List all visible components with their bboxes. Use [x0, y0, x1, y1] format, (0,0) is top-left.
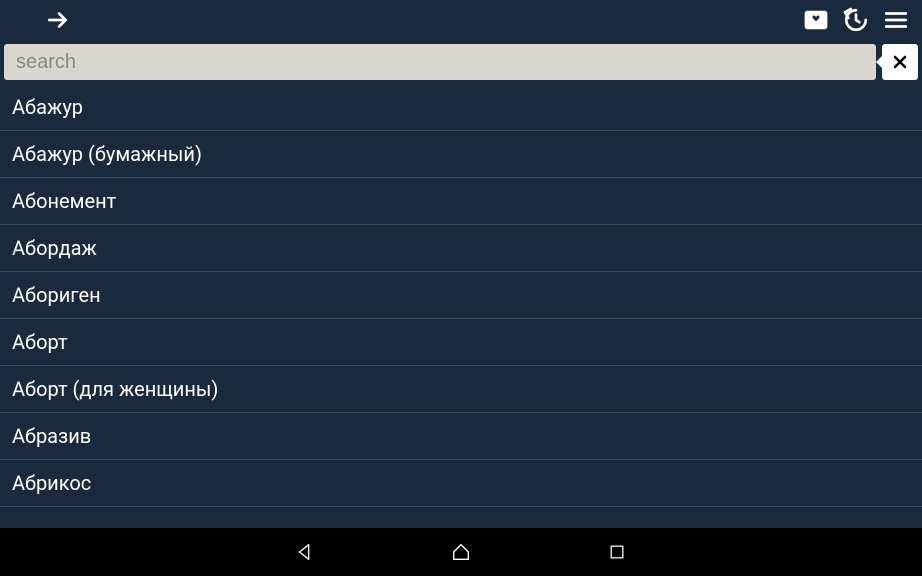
home-button[interactable] [448, 539, 474, 565]
forward-arrow-icon[interactable] [44, 6, 72, 34]
back-button[interactable] [292, 539, 318, 565]
list-item[interactable]: Абажур (бумажный) [0, 131, 922, 178]
android-nav-bar [0, 528, 922, 576]
search-input[interactable] [4, 44, 876, 80]
content-area: Абажур Абажур (бумажный) Абонемент Аборд… [0, 84, 922, 528]
list-item[interactable]: Абажур [0, 84, 922, 131]
list-item[interactable]: Абразив [0, 413, 922, 460]
list-item[interactable]: Абонемент [0, 178, 922, 225]
clear-search-button[interactable] [882, 44, 918, 80]
list-item[interactable]: Абордаж [0, 225, 922, 272]
word-list: Абажур Абажур (бумажный) Абонемент Аборд… [0, 84, 922, 507]
history-icon[interactable] [842, 6, 870, 34]
top-right [802, 6, 910, 34]
menu-icon[interactable] [882, 6, 910, 34]
recent-apps-button[interactable] [604, 539, 630, 565]
list-item[interactable]: Абрикос [0, 460, 922, 507]
search-row [0, 40, 922, 84]
top-bar [0, 0, 922, 40]
top-left [12, 6, 72, 34]
list-item[interactable]: Аборт [0, 319, 922, 366]
favorites-icon[interactable] [802, 6, 830, 34]
list-item[interactable]: Абориген [0, 272, 922, 319]
list-item[interactable]: Аборт (для женщины) [0, 366, 922, 413]
